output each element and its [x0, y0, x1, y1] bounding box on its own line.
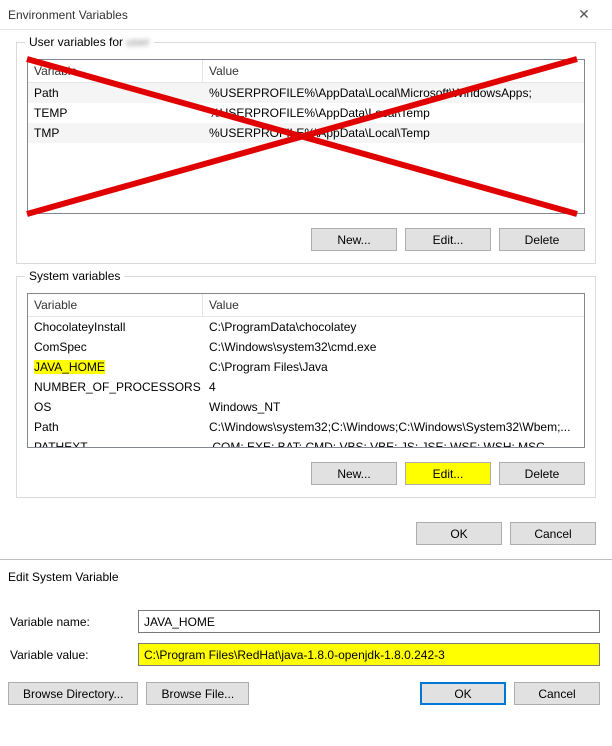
sys-delete-button[interactable]: Delete [499, 462, 585, 485]
user-new-button[interactable]: New... [311, 228, 397, 251]
browse-directory-button[interactable]: Browse Directory... [8, 682, 138, 705]
close-icon[interactable]: ✕ [564, 6, 604, 23]
cell-variable: ComSpec [28, 337, 203, 357]
titlebar: Environment Variables ✕ [0, 0, 612, 30]
user-delete-button[interactable]: Delete [499, 228, 585, 251]
table-row[interactable]: ChocolateyInstallC:\ProgramData\chocolat… [28, 317, 584, 337]
variable-name-input[interactable] [138, 610, 600, 633]
cell-value: .COM;.EXE;.BAT;.CMD;.VBS;.VBE;.JS;.JSE;.… [203, 437, 584, 447]
edit-cancel-button[interactable]: Cancel [514, 682, 600, 705]
variable-value-input[interactable] [138, 643, 600, 666]
cell-variable: TEMP [28, 103, 203, 123]
table-row[interactable]: PATHEXT.COM;.EXE;.BAT;.CMD;.VBS;.VBE;.JS… [28, 437, 584, 447]
edit-system-variable-dialog: Edit System Variable Variable name: Vari… [0, 560, 612, 713]
main-ok-button[interactable]: OK [416, 522, 502, 545]
user-variables-table[interactable]: Variable Value Path%USERPROFILE%\AppData… [27, 59, 585, 214]
cell-value: C:\Program Files\Java [203, 357, 584, 377]
sys-col-value[interactable]: Value [203, 294, 584, 316]
user-variables-group: User variables for user Variable Value P… [16, 42, 596, 264]
table-row[interactable]: JAVA_HOMEC:\Program Files\Java [28, 357, 584, 377]
cell-value: %USERPROFILE%\AppData\Local\Temp [203, 103, 584, 123]
system-variables-table[interactable]: Variable Value ChocolateyInstallC:\Progr… [27, 293, 585, 448]
cell-value: C:\ProgramData\chocolatey [203, 317, 584, 337]
edit-dialog-title: Edit System Variable [8, 570, 604, 584]
sys-edit-button[interactable]: Edit... [405, 462, 491, 485]
variable-name-label: Variable name: [8, 615, 138, 629]
browse-file-button[interactable]: Browse File... [146, 682, 249, 705]
variable-value-label: Variable value: [8, 648, 138, 662]
window-title: Environment Variables [8, 8, 564, 22]
cell-variable: NUMBER_OF_PROCESSORS [28, 377, 203, 397]
system-variables-legend: System variables [25, 269, 124, 283]
user-variables-legend: User variables for user [25, 35, 154, 49]
table-row[interactable]: ComSpecC:\Windows\system32\cmd.exe [28, 337, 584, 357]
cell-variable: Path [28, 417, 203, 437]
user-col-value[interactable]: Value [203, 60, 584, 82]
user-legend-name: user [126, 35, 149, 49]
cell-value: %USERPROFILE%\AppData\Local\Temp [203, 123, 584, 143]
table-row[interactable]: PathC:\Windows\system32;C:\Windows;C:\Wi… [28, 417, 584, 437]
table-row[interactable]: NUMBER_OF_PROCESSORS4 [28, 377, 584, 397]
main-cancel-button[interactable]: Cancel [510, 522, 596, 545]
cell-variable: PATHEXT [28, 437, 203, 447]
table-row[interactable]: Path%USERPROFILE%\AppData\Local\Microsof… [28, 83, 584, 103]
table-row[interactable]: TEMP%USERPROFILE%\AppData\Local\Temp [28, 103, 584, 123]
table-row[interactable]: OSWindows_NT [28, 397, 584, 417]
sys-col-variable[interactable]: Variable [28, 294, 203, 316]
cell-value: C:\Windows\system32\cmd.exe [203, 337, 584, 357]
table-row[interactable]: TMP%USERPROFILE%\AppData\Local\Temp [28, 123, 584, 143]
edit-ok-button[interactable]: OK [420, 682, 506, 705]
cell-value: %USERPROFILE%\AppData\Local\Microsoft\Wi… [203, 83, 584, 103]
cell-variable: OS [28, 397, 203, 417]
cell-variable: ChocolateyInstall [28, 317, 203, 337]
cell-value: Windows_NT [203, 397, 584, 417]
cell-variable: JAVA_HOME [28, 357, 203, 377]
user-legend-prefix: User variables for [29, 35, 126, 49]
system-variables-group: System variables Variable Value Chocolat… [16, 276, 596, 498]
cell-variable: Path [28, 83, 203, 103]
sys-new-button[interactable]: New... [311, 462, 397, 485]
user-edit-button[interactable]: Edit... [405, 228, 491, 251]
cell-value: 4 [203, 377, 584, 397]
cell-value: C:\Windows\system32;C:\Windows;C:\Window… [203, 417, 584, 437]
user-col-variable[interactable]: Variable [28, 60, 203, 82]
cell-variable: TMP [28, 123, 203, 143]
